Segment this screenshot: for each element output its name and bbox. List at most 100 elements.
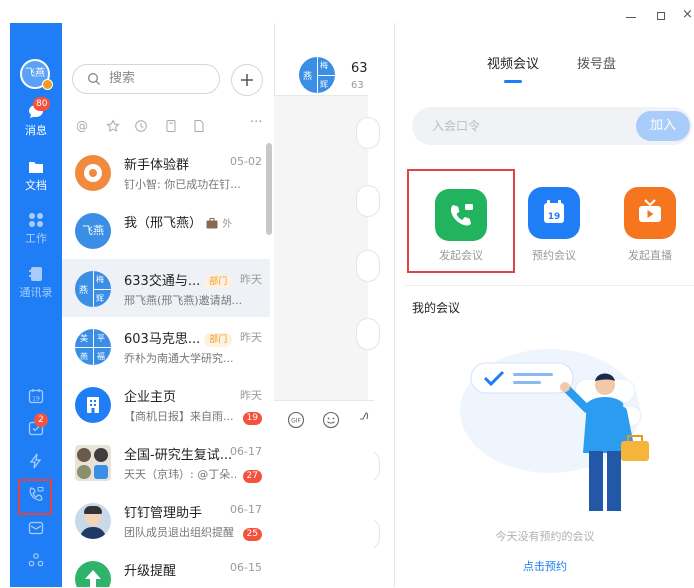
rail-item-ding[interactable]	[10, 452, 62, 470]
rail-item-calendar[interactable]: 19	[10, 387, 62, 405]
document-icon[interactable]	[192, 119, 206, 133]
gif-icon[interactable]: GIF	[287, 411, 305, 429]
contacts-label: 通讯录	[19, 286, 53, 299]
tab-video-meeting[interactable]: 视频会议	[487, 53, 539, 72]
search-placeholder: 搜索	[109, 71, 136, 86]
group-avatar: 美 平 燕 福	[75, 329, 111, 365]
chat-time: 06-17	[230, 503, 262, 516]
video-call-highlight	[18, 479, 52, 515]
external-label: 外	[222, 219, 233, 230]
rail-item-docs[interactable]: 文档	[10, 158, 62, 193]
tab-video-label: 视频会议	[487, 57, 540, 72]
input-toolbar: GIF	[274, 400, 374, 588]
add-button[interactable]	[231, 64, 263, 96]
lightning-icon	[29, 453, 42, 469]
tab-dial-label: 拨号盘	[577, 57, 617, 72]
list-item[interactable]: 梅 燕 辉 633交通与... 部门 昨天 邢飞燕(邢飞燕)邀请胡...	[62, 259, 270, 317]
work-label: 工作	[25, 232, 47, 245]
more-filters-icon[interactable]: ···	[250, 115, 262, 130]
conversation-list-panel: 搜索 @ ··· 新手体验群 05-02 钉小智: 你已成功在钉... 飞燕 我…	[62, 23, 274, 587]
empty-state-text: 今天没有预约的会议	[495, 530, 595, 543]
start-live-button[interactable]	[624, 187, 676, 239]
messages-badge: 80	[33, 97, 51, 111]
avatar-text-1: 梅	[96, 275, 104, 284]
tab-dial-pad[interactable]: 拨号盘	[577, 53, 616, 72]
list-item[interactable]: 全国-研究生复试... 06-17 天天（京玮）: @丁朵... 27	[62, 433, 270, 491]
rail-item-contacts[interactable]: 通讯录	[10, 265, 62, 300]
minimize-button[interactable]	[624, 10, 638, 24]
start-meeting-tile	[435, 189, 487, 241]
video-meeting-panel: 视频会议 拨号盘 入会口令 加入 发起会议 19 预约会议 发起直播 我的会议	[394, 23, 694, 587]
chat-header-avatar: 梅 燕 辉	[299, 57, 335, 93]
chat-title: 633交通与... 部门	[124, 270, 242, 289]
star-icon[interactable]	[106, 119, 120, 133]
avatar-text-4: 福	[97, 352, 105, 361]
unread-badge: 19	[242, 412, 262, 425]
docs-label: 文档	[25, 179, 47, 192]
list-item[interactable]: 钉钉管理助手 06-17 团队成员退出组织提醒 25	[62, 491, 270, 549]
avatar-text-3: 辉	[320, 80, 328, 89]
clock-icon[interactable]	[134, 119, 148, 133]
chat-title: 升级提醒	[124, 564, 177, 579]
scrollbar[interactable]	[266, 143, 272, 235]
chat-time: 05-02	[230, 155, 262, 168]
phone-video-icon	[450, 204, 473, 226]
live-tv-icon	[639, 199, 661, 222]
chat-title: 603马克思... 部门	[124, 328, 242, 347]
avatar-text-3: 辉	[96, 294, 104, 303]
join-code-placeholder: 入会口令	[432, 119, 481, 133]
svg-text:GIF: GIF	[291, 418, 301, 425]
avatar-text-2: 燕	[79, 286, 89, 296]
maximize-button[interactable]	[655, 10, 667, 22]
navigation-rail: 飞燕 消息 80 文档 工作 通讯录 19 2	[10, 23, 62, 587]
start-meeting-button[interactable]: 发起会议	[407, 169, 515, 273]
message-bubble	[356, 250, 380, 282]
rail-item-more[interactable]	[10, 551, 62, 569]
chat-header: 梅 燕 辉 63 63	[274, 23, 368, 96]
avatar-text-2: 平	[97, 334, 105, 343]
emoji-icon[interactable]	[322, 411, 340, 429]
list-item[interactable]: 新手体验群 05-02 钉小智: 你已成功在钉...	[62, 143, 270, 201]
chat-title-text: 603马克思...	[124, 332, 201, 347]
group-avatar	[75, 445, 111, 481]
chat-header-subtitle: 63	[351, 80, 364, 91]
thumbs-up-icon[interactable]	[358, 411, 370, 429]
todo-badge: 2	[34, 413, 48, 427]
chat-message: 钉小智: 你已成功在钉...	[124, 178, 241, 191]
rail-item-work[interactable]: 工作	[10, 211, 62, 246]
status-dot-icon	[42, 79, 53, 90]
bookmark-icon[interactable]	[164, 119, 178, 133]
join-button[interactable]: 加入	[636, 111, 690, 141]
message-bubble	[356, 185, 380, 217]
unread-badge: 25	[242, 528, 262, 541]
at-icon[interactable]: @	[76, 119, 88, 133]
chat-time: 06-15	[230, 561, 262, 574]
plus-icon	[241, 74, 253, 86]
avatar-text-3: 燕	[80, 352, 88, 361]
start-live-label: 发起直播	[628, 249, 672, 262]
schedule-meeting-button[interactable]: 19	[528, 187, 580, 239]
schedule-link[interactable]: 点击预约	[395, 558, 694, 574]
chat-time: 昨天	[240, 273, 262, 286]
contacts-icon	[29, 267, 42, 281]
group-avatar: 梅 燕 辉	[75, 271, 111, 307]
rail-item-mail[interactable]	[10, 519, 62, 537]
up-arrow-icon	[85, 570, 101, 587]
message-bubble	[356, 117, 380, 149]
empty-illustration	[460, 349, 649, 511]
list-item[interactable]: 飞燕 我（邢飞燕） 外	[62, 201, 270, 259]
list-item[interactable]: 美 平 燕 福 603马克思... 部门 昨天 乔朴为南通大学研究...	[62, 317, 270, 375]
chat-time: 昨天	[240, 389, 262, 402]
apps-icon	[29, 213, 43, 227]
close-button[interactable]: ×	[682, 8, 694, 22]
chat-time: 06-17	[230, 445, 262, 458]
chat-title: 企业主页	[124, 390, 177, 405]
user-avatar: 飞燕	[75, 213, 111, 249]
chat-title-text: 633交通与...	[124, 274, 201, 289]
mail-icon	[28, 521, 44, 535]
calendar-icon: 19	[28, 389, 44, 404]
list-item[interactable]: 企业主页 昨天 【商机日报】来自雨... 19	[62, 375, 270, 433]
search-input[interactable]: 搜索	[72, 64, 220, 94]
list-item[interactable]: 升级提醒 06-15	[62, 549, 270, 587]
avatar-text-1: 美	[80, 334, 88, 343]
